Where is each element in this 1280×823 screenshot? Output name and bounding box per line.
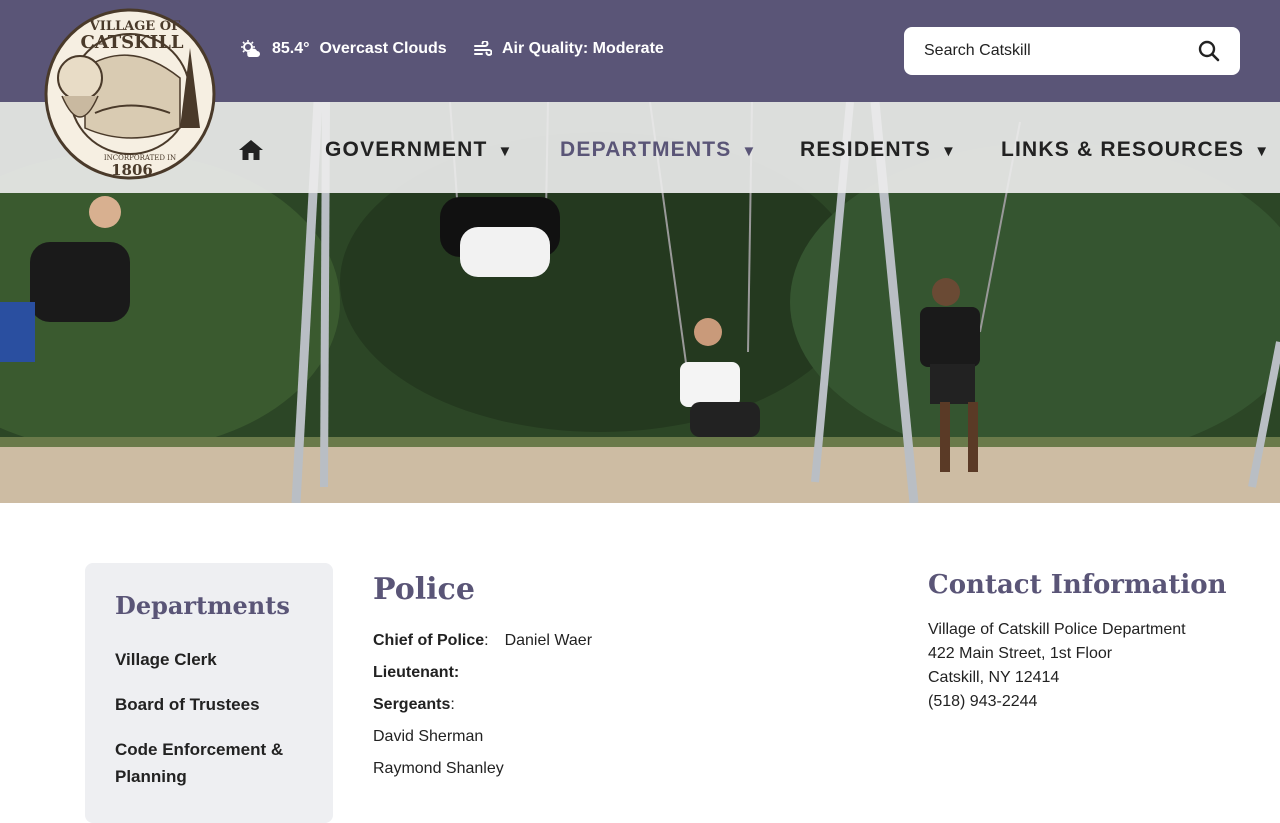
contact-department: Village of Catskill Police Department xyxy=(928,621,1186,638)
sidebar-title: Departments xyxy=(115,591,290,620)
nav-links-resources[interactable]: LINKS & RESOURCES ▼ xyxy=(1001,138,1270,162)
sergeants-colon: : xyxy=(450,696,455,713)
chief-colon: : xyxy=(484,632,489,649)
weather-widget: 85.4° Overcast Clouds xyxy=(240,40,447,58)
sidebar-item-board-of-trustees[interactable]: Board of Trustees xyxy=(115,691,303,718)
page-title: Police xyxy=(373,572,475,607)
nav-government[interactable]: GOVERNMENT ▼ xyxy=(325,138,514,162)
nav-links-resources-label: LINKS & RESOURCES xyxy=(1001,138,1245,161)
weather-condition: Overcast Clouds xyxy=(319,40,447,57)
chief-value: Daniel Waer xyxy=(504,632,593,649)
air-quality-widget: Air Quality: Moderate xyxy=(474,40,664,58)
contact-street: 422 Main Street, 1st Floor xyxy=(928,645,1113,662)
logo-line2: CATSKILL xyxy=(80,32,183,53)
nav-residents-label: RESIDENTS xyxy=(800,138,931,161)
contact-city: Catskill, NY 12414 xyxy=(928,669,1060,686)
contact-information: Contact Information Village of Catskill … xyxy=(928,570,1248,714)
search-box xyxy=(904,27,1240,75)
nav-departments[interactable]: DEPARTMENTS ▼ xyxy=(560,138,758,162)
home-icon[interactable] xyxy=(238,138,264,162)
chevron-down-icon: ▼ xyxy=(1254,143,1271,160)
village-seal-logo[interactable]: VILLAGE OF CATSKILL INCORPORATED IN 1806 xyxy=(40,8,220,180)
search-input[interactable] xyxy=(924,42,1198,60)
main-content: Police Chief of Police: Daniel Waer Lieut… xyxy=(373,572,873,789)
contact-phone: (518) 943-2244 xyxy=(928,693,1038,710)
contact-title: Contact Information xyxy=(928,570,1227,600)
wind-icon xyxy=(474,41,492,57)
sergeants-row: Sergeants: xyxy=(373,693,873,725)
chevron-down-icon: ▼ xyxy=(741,143,758,160)
lieutenant-label: Lieutenant: xyxy=(373,664,460,681)
chief-label: Chief of Police xyxy=(373,632,485,649)
nav-government-label: GOVERNMENT xyxy=(325,138,488,161)
weather-temperature: 85.4° xyxy=(272,40,310,57)
chief-row: Chief of Police: Daniel Waer xyxy=(373,629,873,661)
nav-departments-label: DEPARTMENTS xyxy=(560,138,732,161)
search-icon[interactable] xyxy=(1198,40,1220,62)
sidebar-item-code-enforcement[interactable]: Code Enforcement & Planning xyxy=(115,736,303,790)
lieutenant-row: Lieutenant: xyxy=(373,661,873,693)
air-quality-label: Air Quality: Moderate xyxy=(502,40,664,57)
sergeant-name: Raymond Shanley xyxy=(373,760,504,777)
sergeant-name: David Sherman xyxy=(373,728,484,745)
partly-cloudy-icon xyxy=(240,40,260,58)
nav-residents[interactable]: RESIDENTS ▼ xyxy=(800,138,957,162)
departments-sidebar: Departments Village Clerk Board of Trust… xyxy=(85,563,333,823)
chevron-down-icon: ▼ xyxy=(941,143,958,160)
logo-year: 1806 xyxy=(111,161,153,179)
chevron-down-icon: ▼ xyxy=(497,143,514,160)
sidebar-item-village-clerk[interactable]: Village Clerk xyxy=(115,646,303,673)
sergeants-label: Sergeants xyxy=(373,696,451,713)
